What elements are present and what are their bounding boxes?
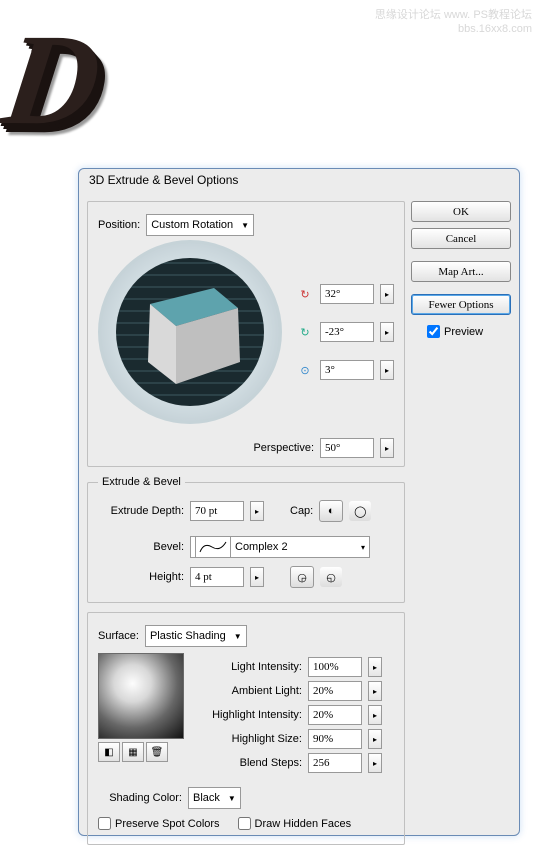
fewer-options-button[interactable]: Fewer Options	[411, 294, 511, 315]
delete-light-icon[interactable]: 🗑	[146, 742, 168, 762]
preserve-spot-checkbox[interactable]: Preserve Spot Colors	[98, 817, 220, 830]
preview-checkbox[interactable]: Preview	[427, 325, 511, 338]
rotate-x-input[interactable]	[320, 284, 374, 304]
highlight-intensity-stepper[interactable]: ▸	[368, 705, 382, 725]
draw-hidden-checkbox[interactable]: Draw Hidden Faces	[238, 817, 352, 830]
perspective-label: Perspective:	[253, 442, 314, 454]
extrude-depth-label: Extrude Depth:	[98, 505, 184, 517]
sample-3d-letter: D	[0, 5, 109, 155]
rotate-z-input[interactable]	[320, 360, 374, 380]
cube-preview	[130, 276, 250, 388]
rotate-y-icon: ↻	[296, 326, 314, 339]
ambient-light-input[interactable]	[308, 681, 362, 701]
trackball[interactable]	[98, 240, 282, 424]
light-intensity-label: Light Intensity:	[194, 661, 302, 673]
rotate-x-icon: ↻	[296, 288, 314, 301]
extrude-depth-input[interactable]	[190, 501, 244, 521]
blend-steps-label: Blend Steps:	[194, 757, 302, 769]
light-intensity-input[interactable]	[308, 657, 362, 677]
new-light-icon[interactable]: ▦	[122, 742, 144, 762]
cap-off-icon[interactable]: ◯	[349, 501, 371, 521]
bevel-preview-icon	[195, 536, 231, 558]
surface-dropdown[interactable]: Plastic Shading▼	[145, 625, 247, 647]
shading-color-label: Shading Color:	[98, 792, 182, 804]
extrude-depth-stepper[interactable]: ▸	[250, 501, 264, 521]
bevel-label: Bevel:	[98, 541, 184, 553]
rotate-x-stepper[interactable]: ▸	[380, 284, 394, 304]
watermark: 思缘设计论坛 www. PS教程论坛 bbs.16xx8.com	[375, 8, 532, 36]
highlight-size-input[interactable]	[308, 729, 362, 749]
blend-steps-stepper[interactable]: ▸	[368, 753, 382, 773]
ambient-light-stepper[interactable]: ▸	[368, 681, 382, 701]
cap-label: Cap:	[290, 505, 313, 517]
cancel-button[interactable]: Cancel	[411, 228, 511, 249]
bevel-dropdown[interactable]: Complex 2 ▾	[190, 536, 370, 558]
light-intensity-stepper[interactable]: ▸	[368, 657, 382, 677]
extrude-legend: Extrude & Bevel	[98, 476, 185, 488]
bevel-extent-in-icon[interactable]: ◶	[290, 566, 314, 588]
highlight-intensity-input[interactable]	[308, 705, 362, 725]
highlight-intensity-label: Highlight Intensity:	[194, 709, 302, 721]
rotate-y-input[interactable]	[320, 322, 374, 342]
bevel-extent-out-icon[interactable]: ◵	[320, 567, 342, 587]
blend-steps-input[interactable]	[308, 753, 362, 773]
ambient-light-label: Ambient Light:	[194, 685, 302, 697]
rotate-y-stepper[interactable]: ▸	[380, 322, 394, 342]
light-back-icon[interactable]: ◧	[98, 742, 120, 762]
map-art-button[interactable]: Map Art...	[411, 261, 511, 282]
rotate-z-stepper[interactable]: ▸	[380, 360, 394, 380]
highlight-size-stepper[interactable]: ▸	[368, 729, 382, 749]
surface-label: Surface:	[98, 630, 139, 642]
perspective-stepper[interactable]: ▸	[380, 438, 394, 458]
lighting-sphere[interactable]	[98, 653, 184, 739]
3d-options-dialog: 3D Extrude & Bevel Options Position: Cus…	[78, 168, 520, 836]
rotate-z-icon: ⊙	[296, 364, 314, 377]
bevel-height-input[interactable]	[190, 567, 244, 587]
position-label: Position:	[98, 219, 140, 231]
cap-on-icon[interactable]: ◐	[319, 500, 343, 522]
bevel-height-label: Height:	[98, 571, 184, 583]
position-dropdown[interactable]: Custom Rotation▼	[146, 214, 254, 236]
highlight-size-label: Highlight Size:	[194, 733, 302, 745]
perspective-input[interactable]	[320, 438, 374, 458]
shading-color-dropdown[interactable]: Black▼	[188, 787, 241, 809]
bevel-height-stepper[interactable]: ▸	[250, 567, 264, 587]
ok-button[interactable]: OK	[411, 201, 511, 222]
dialog-title: 3D Extrude & Bevel Options	[79, 169, 519, 195]
